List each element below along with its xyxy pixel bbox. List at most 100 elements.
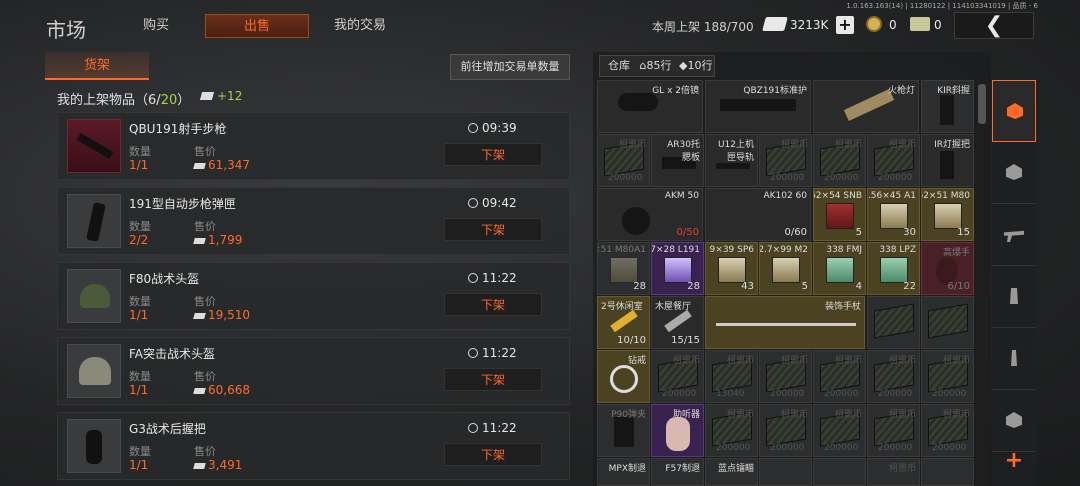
item-cell[interactable]: [921, 296, 974, 349]
item-cell[interactable]: 5.7×28 L191 28: [651, 242, 704, 295]
listing-row[interactable]: QBU191射手步枪 数量 1/1 售价 61,347 09:39 下架: [57, 112, 570, 180]
ammo-icon: [826, 257, 854, 283]
item-label: 338 LPZ: [879, 245, 916, 255]
listing-row[interactable]: F80战术头盔 数量 1/1 售价 19,510 11:22 下架: [57, 262, 570, 330]
item-cell[interactable]: IR灯握把: [921, 134, 974, 187]
item-cell[interactable]: 2号休闲室 10/10: [597, 296, 650, 349]
price-value: 60,668: [193, 383, 250, 397]
helmet-icon: [80, 284, 110, 308]
item-cell[interactable]: GL x 2倍镜: [597, 80, 703, 133]
item-cell[interactable]: 338 FMJ 4: [813, 242, 866, 295]
item-cell[interactable]: 钻戒: [597, 350, 650, 403]
tab-sell[interactable]: 出售: [205, 14, 309, 38]
category-ammo[interactable]: [992, 328, 1036, 390]
delist-button[interactable]: 下架: [444, 368, 542, 391]
add-category-button[interactable]: +: [992, 446, 1036, 476]
item-cell[interactable]: [867, 296, 920, 349]
scrollbar-thumb[interactable]: [978, 84, 986, 124]
item-cell[interactable]: 7.62×51 M80A1 28: [597, 242, 650, 295]
tab-shelf[interactable]: 货架: [45, 52, 149, 80]
cash-icon: [193, 163, 206, 169]
category-attachments[interactable]: [992, 390, 1036, 452]
category-all[interactable]: [992, 80, 1036, 142]
item-cell[interactable]: 柯恩币 200000: [597, 134, 650, 187]
item-cell[interactable]: 木屋餐厅 15/15: [651, 296, 704, 349]
category-magazines[interactable]: [992, 266, 1036, 328]
item-cell[interactable]: 柯恩币 200000: [813, 404, 866, 457]
item-cell[interactable]: 柯恩币 13040: [705, 350, 758, 403]
item-cell[interactable]: 7.62×51 M80 15: [921, 188, 974, 241]
item-cell[interactable]: KIR斜握: [921, 80, 974, 133]
item-label: KIR斜握: [937, 86, 970, 96]
category-weapons[interactable]: [992, 204, 1036, 266]
item-cell[interactable]: F57制退: [651, 458, 704, 486]
item-cell[interactable]: AK102 60 0/60: [705, 188, 811, 241]
item-cell[interactable]: 柯恩币 200000: [759, 404, 812, 457]
item-cell[interactable]: 柯恩币 200000: [921, 350, 974, 403]
item-cell[interactable]: 12.7×99 M2 5: [759, 242, 812, 295]
item-cell[interactable]: 5.56×45 A1 30: [867, 188, 920, 241]
bullet-icon: [1011, 350, 1017, 366]
delist-button[interactable]: 下架: [444, 293, 542, 316]
bonus-slots: +12: [199, 89, 242, 103]
ticket-value: 0: [934, 18, 942, 32]
item-amount: 200000: [608, 173, 643, 183]
item-cell[interactable]: 柯恩币: [867, 458, 920, 486]
item-label: 5.7×28 L191: [652, 245, 700, 255]
increase-orders-button[interactable]: 前往增加交易单数量: [450, 54, 570, 80]
delist-button[interactable]: 下架: [444, 143, 542, 166]
price-value: 61,347: [193, 158, 250, 172]
add-cash-button[interactable]: +: [836, 16, 854, 34]
item-cell[interactable]: 柯恩币 200000: [867, 404, 920, 457]
tab-warehouse[interactable]: 仓库 ⌂85行 ◆10行: [599, 55, 715, 77]
item-cell[interactable]: AKM 50 0/50: [597, 188, 703, 241]
item-cell[interactable]: 装饰手杖: [705, 296, 865, 349]
tab-my-trades[interactable]: 我的交易: [330, 14, 390, 38]
item-cell[interactable]: 柯恩币 200000: [921, 404, 974, 457]
item-cell[interactable]: 火枪灯: [813, 80, 919, 133]
warehouse-scrollbar[interactable]: [976, 80, 988, 486]
back-button[interactable]: ❮: [954, 12, 1034, 39]
item-cell[interactable]: QBZ191标准护: [705, 80, 811, 133]
category-armor[interactable]: [992, 142, 1036, 204]
item-cell[interactable]: AR30托腮板: [651, 134, 704, 187]
item-cell[interactable]: 338 LPZ 22: [867, 242, 920, 295]
item-cell[interactable]: 9×39 SP6 43: [705, 242, 758, 295]
quantity-value: 1/1: [129, 458, 149, 472]
item-count: 0/50: [676, 227, 699, 238]
item-label: 柯恩币: [888, 410, 916, 420]
item-cell[interactable]: 高爆手 6/10: [921, 242, 974, 295]
item-cell[interactable]: 柯恩币 200000: [759, 350, 812, 403]
item-cell[interactable]: 柯恩币 200000: [759, 134, 812, 187]
item-label: 2号休闲室: [601, 302, 643, 312]
item-cell[interactable]: 助听器: [651, 404, 704, 457]
item-count: 15: [957, 227, 970, 238]
item-amount: 200000: [824, 443, 859, 453]
item-label: 柯恩币: [618, 140, 646, 150]
listing-row[interactable]: 191型自动步枪弹匣 数量 2/2 售价 1,799 09:42 下架: [57, 187, 570, 255]
tab-buy[interactable]: 购买: [136, 14, 176, 38]
listing-row[interactable]: G3战术后握把 数量 1/1 售价 3,491 11:22 下架: [57, 412, 570, 480]
item-cell[interactable]: P90弹夹: [597, 404, 650, 457]
item-cell[interactable]: 柯恩币 200000: [705, 404, 758, 457]
item-cell[interactable]: MPX制退: [597, 458, 650, 486]
item-cell[interactable]: 柯恩币 200000: [867, 350, 920, 403]
item-cell[interactable]: 柯恩币 200000: [867, 134, 920, 187]
item-cell[interactable]: 柯恩币 200000: [651, 350, 704, 403]
item-cell[interactable]: [759, 458, 812, 486]
delist-button[interactable]: 下架: [444, 218, 542, 241]
item-cell[interactable]: 蓝点镭瞄: [705, 458, 758, 486]
item-cell[interactable]: [921, 458, 974, 486]
item-cell[interactable]: [813, 458, 866, 486]
item-amount: 200000: [662, 389, 697, 399]
delist-button[interactable]: 下架: [444, 443, 542, 466]
category-sidebar: +: [992, 80, 1036, 486]
item-name: F80战术头盔: [129, 272, 200, 286]
listing-row[interactable]: FA突击战术头盔 数量 1/1 售价 60,668 11:22 下架: [57, 337, 570, 405]
item-label: 柯恩币: [780, 140, 808, 150]
item-cell[interactable]: 7.62×54 SNB 5: [813, 188, 866, 241]
item-cell[interactable]: U12上机匣导轨: [705, 134, 758, 187]
item-cell[interactable]: 柯恩币 200000: [813, 134, 866, 187]
item-cell[interactable]: 柯恩币 200000: [813, 350, 866, 403]
listing-time: 09:42: [468, 196, 517, 210]
